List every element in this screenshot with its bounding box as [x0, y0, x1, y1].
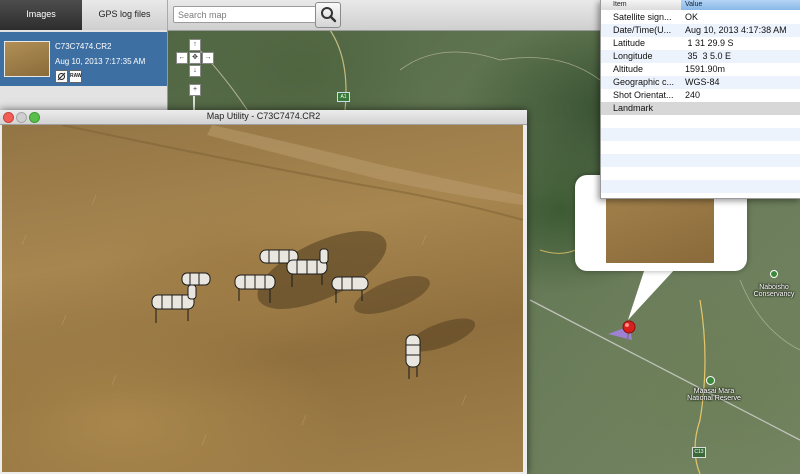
gps-icon	[55, 70, 68, 83]
row-item: Latitude	[613, 38, 646, 48]
row-item: Landmark	[613, 103, 654, 113]
info-table-body: Satellite sign... OK Date/Time(U... Aug 10…	[601, 11, 800, 198]
empty-row	[601, 167, 800, 180]
photo-preview	[2, 125, 523, 472]
park-marker-icon	[706, 376, 715, 385]
column-header-value[interactable]: Value	[681, 0, 800, 10]
info-panel: Item Value Satellite sign... OK Date/Time…	[600, 0, 800, 199]
row-item: Longitude	[613, 51, 653, 61]
table-row[interactable]: Geographic c... WGS-84	[601, 76, 800, 89]
toolbar: Images GPS log files	[0, 0, 600, 31]
column-header-item[interactable]: Item	[601, 0, 681, 10]
window-titlebar[interactable]: Map Utility - C73C7474.CR2	[0, 110, 527, 125]
map-label-naboisho: Naboisho Conservancy	[753, 284, 795, 298]
row-item: Satellite sign...	[613, 12, 672, 22]
road-sign-c13: C13	[692, 447, 706, 458]
zoom-window-button[interactable]	[29, 112, 40, 123]
table-row[interactable]: Latitude 1 31 29.9 S	[601, 37, 800, 50]
pan-up-button[interactable]: ↑	[189, 39, 201, 51]
photo-preview-thumbnail	[606, 191, 714, 263]
empty-row	[601, 128, 800, 141]
info-table-header: Item Value	[601, 0, 800, 10]
image-filename: C73C7474.CR2	[55, 42, 112, 51]
table-row[interactable]: Altitude 1591.90m	[601, 63, 800, 76]
zoom-slider[interactable]	[193, 96, 195, 110]
empty-row	[601, 141, 800, 154]
row-item: Shot Orientat...	[613, 90, 674, 100]
search-icon	[321, 7, 337, 23]
tab-images[interactable]: Images	[0, 0, 82, 30]
search-button[interactable]	[315, 2, 341, 28]
tab-gps-log-files[interactable]: GPS log files	[82, 0, 168, 30]
row-value: 1 31 29.9 S	[685, 38, 734, 48]
row-value: OK	[685, 12, 699, 22]
table-row[interactable]: Longitude 35 3 5.0 E	[601, 50, 800, 63]
table-row[interactable]: Satellite sign... OK	[601, 11, 800, 24]
image-date: Aug 10, 2013 7:17:35 AM	[55, 57, 146, 66]
pan-left-button[interactable]: ←	[176, 52, 188, 64]
zebra	[181, 272, 211, 286]
row-value: WGS-84	[685, 77, 720, 87]
row-value: 1591.90m	[685, 64, 726, 74]
row-item: Date/Time(U...	[613, 25, 672, 35]
pan-down-button[interactable]: ↓	[189, 65, 201, 77]
zoom-in-button[interactable]: +	[189, 84, 201, 96]
zebra-photo	[21, 125, 523, 446]
row-value: 35 3 5.0 E	[685, 51, 732, 61]
empty-row	[601, 180, 800, 193]
road-sign: A1	[337, 92, 350, 102]
park-marker-icon	[770, 270, 778, 278]
table-row[interactable]: Shot Orientat... 240	[601, 89, 800, 102]
image-list: C73C7474.CR2 Aug 10, 2013 7:17:35 AM RAW	[0, 30, 168, 110]
map-label-masai-mara: Maasai Mara National Reserve	[687, 388, 741, 402]
list-item-image[interactable]: C73C7474.CR2 Aug 10, 2013 7:17:35 AM RAW	[0, 32, 167, 86]
search-input[interactable]	[173, 6, 319, 23]
row-item: Altitude	[613, 64, 644, 74]
empty-row	[601, 154, 800, 167]
window-title: Map Utility - C73C7474.CR2	[206, 111, 321, 121]
empty-row	[601, 115, 800, 128]
row-item: Geographic c...	[613, 77, 675, 87]
row-value: Aug 10, 2013 4:17:38 AM	[685, 25, 787, 35]
pan-right-button[interactable]: →	[202, 52, 214, 64]
location-pin-icon[interactable]	[598, 312, 642, 346]
image-thumbnail	[4, 41, 50, 77]
zebra	[405, 334, 421, 379]
close-window-button[interactable]	[3, 112, 14, 123]
table-row[interactable]: Landmark	[601, 102, 800, 115]
map-utility-window: Map Utility - C73C7474.CR2	[0, 110, 527, 474]
row-value: 240	[685, 90, 701, 100]
raw-icon: RAW	[69, 70, 82, 83]
zebra	[151, 284, 197, 323]
pan-center-button[interactable]: ✥	[189, 52, 201, 64]
minimize-window-button[interactable]	[16, 112, 27, 123]
table-row[interactable]: Date/Time(U... Aug 10, 2013 4:17:38 AM	[601, 24, 800, 37]
